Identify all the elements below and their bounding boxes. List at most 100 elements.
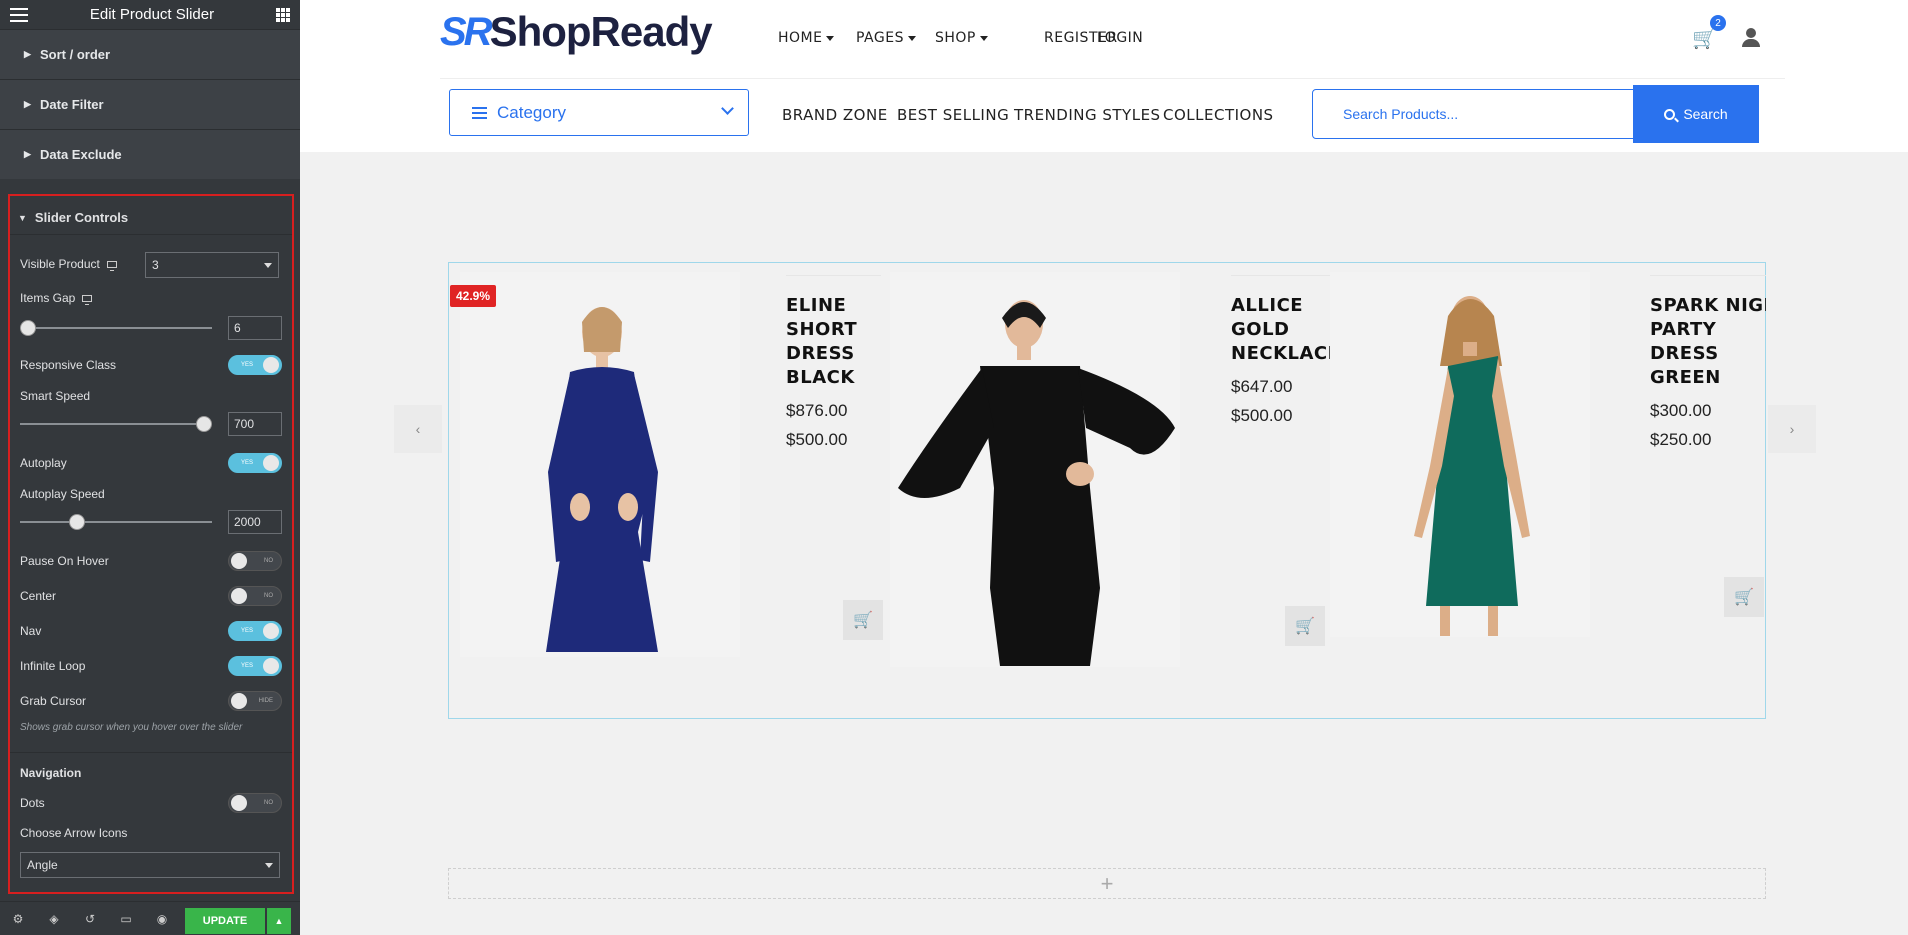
desktop-icon[interactable] xyxy=(106,260,117,271)
center-toggle[interactable]: NO xyxy=(228,586,282,606)
nav-shop[interactable]: SHOP xyxy=(935,30,988,46)
items-gap-label: Items Gap xyxy=(20,291,76,305)
nav-login[interactable]: LOGIN xyxy=(1097,30,1143,46)
visible-product-value: 3 xyxy=(152,258,159,272)
grab-cursor-label: Grab Cursor xyxy=(20,694,87,708)
section-label: Data Exclude xyxy=(40,147,122,162)
desktop-icon[interactable] xyxy=(82,294,93,305)
update-options-button[interactable]: ▲ xyxy=(267,908,291,934)
items-gap-input[interactable]: 6 xyxy=(228,316,282,340)
product-name[interactable]: SPARK NIGH PARTY DRESS GREEN xyxy=(1650,275,1766,390)
nav-label: Nav xyxy=(20,624,42,638)
logo-word: ShopReady xyxy=(489,8,713,55)
search-button-label: Search xyxy=(1683,106,1728,122)
caret-down-icon xyxy=(826,35,835,41)
section-sort-order[interactable]: ▶ Sort / order xyxy=(0,29,300,79)
cart-count-badge: 2 xyxy=(1710,15,1726,31)
add-section-area[interactable]: + xyxy=(448,868,1766,899)
responsive-icon[interactable]: ▭ xyxy=(108,912,144,926)
preview-eye-icon[interactable]: ◉ xyxy=(144,912,180,926)
slider-thumb[interactable] xyxy=(20,320,36,336)
caret-down-icon xyxy=(907,35,916,41)
product-name-line: SHORT xyxy=(786,319,858,340)
grab-cursor-toggle[interactable]: HIDE xyxy=(228,691,282,711)
arrow-icons-label: Choose Arrow Icons xyxy=(20,826,128,840)
subnav-brand-zone[interactable]: BRAND ZONE xyxy=(782,106,888,124)
product-image[interactable] xyxy=(1330,272,1590,637)
add-to-cart-button[interactable]: 🛒 xyxy=(1724,577,1764,617)
pause-on-hover-label: Pause On Hover xyxy=(20,554,109,568)
toggle-text: YES xyxy=(241,628,254,634)
smart-speed-row: Smart Speed xyxy=(20,389,282,403)
section-data-exclude[interactable]: ▶ Data Exclude xyxy=(0,129,300,179)
regular-price: $300.00 xyxy=(1650,401,1712,420)
product-name-line: DRESS xyxy=(786,343,855,364)
site-logo[interactable]: SR ShopReady xyxy=(440,8,713,56)
logo-mark: SR xyxy=(440,9,493,54)
product-name-line: GREEN xyxy=(1650,367,1721,388)
section-date-filter[interactable]: ▶ Date Filter xyxy=(0,79,300,129)
product-photo-dress xyxy=(898,300,1175,666)
smart-speed-slider[interactable] xyxy=(20,414,212,434)
items-gap-row: Items Gap xyxy=(20,291,282,305)
search-button[interactable]: Search xyxy=(1633,85,1759,143)
arrow-icons-select[interactable]: Angle xyxy=(20,852,280,878)
infinite-loop-toggle[interactable]: YES xyxy=(228,656,282,676)
responsive-class-toggle[interactable]: YES xyxy=(228,355,282,375)
caret-down-icon xyxy=(979,35,988,41)
cart-icon: 🛒 xyxy=(853,612,873,629)
pause-on-hover-toggle[interactable]: NO xyxy=(228,551,282,571)
autoplay-toggle[interactable]: YES xyxy=(228,453,282,473)
product-image[interactable] xyxy=(460,272,740,657)
subnav-trending-styles[interactable]: TRENDING STYLES xyxy=(1014,106,1161,124)
infinite-loop-row: Infinite Loop YES xyxy=(20,656,282,676)
subnav-best-selling[interactable]: BEST SELLING xyxy=(897,106,1009,124)
category-dropdown[interactable]: Category xyxy=(449,89,749,136)
slider-thumb[interactable] xyxy=(69,514,86,530)
toggle-text: NO xyxy=(264,800,273,806)
search-input[interactable]: Search Products... xyxy=(1312,89,1642,139)
autoplay-speed-input[interactable]: 2000 xyxy=(228,510,282,534)
grab-cursor-row: Grab Cursor HIDE xyxy=(20,691,282,711)
subnav-collections[interactable]: COLLECTIONS xyxy=(1163,106,1274,124)
slider-prev-arrow[interactable]: ‹ xyxy=(394,405,442,453)
category-label: Category xyxy=(497,102,566,122)
slider-thumb[interactable] xyxy=(196,416,212,432)
discount-badge: 42.9% xyxy=(450,285,497,307)
chevron-down-icon xyxy=(721,102,734,115)
items-gap-slider[interactable] xyxy=(20,318,212,338)
product-image[interactable] xyxy=(890,272,1180,667)
add-to-cart-button[interactable]: 🛒 xyxy=(1285,606,1325,646)
apps-grid-icon[interactable] xyxy=(275,7,290,22)
product-name[interactable]: ALLICE GOLD NECKLACE xyxy=(1231,275,1341,366)
sale-price: $250.00 xyxy=(1650,430,1712,449)
history-icon[interactable]: ↺ xyxy=(72,912,108,926)
menu-icon[interactable] xyxy=(10,7,28,22)
list-icon xyxy=(472,106,487,119)
smart-speed-input[interactable]: 700 xyxy=(228,412,282,436)
panel-header: Edit Product Slider xyxy=(0,0,300,29)
product-name[interactable]: ELINE SHORT DRESS BLACK xyxy=(786,275,881,390)
product-name-line: NECKLACE xyxy=(1231,343,1341,364)
nav-toggle[interactable]: YES xyxy=(228,621,282,641)
nav-pages[interactable]: PAGES xyxy=(856,30,916,46)
nav-home[interactable]: HOME xyxy=(778,30,835,46)
chevron-right-icon: › xyxy=(1789,421,1795,437)
update-button[interactable]: UPDATE xyxy=(185,908,265,934)
dots-toggle[interactable]: NO xyxy=(228,793,282,813)
navigation-heading: Navigation xyxy=(20,766,82,780)
section-slider-controls[interactable]: ▼ Slider Controls xyxy=(18,210,282,225)
slider-next-arrow[interactable]: › xyxy=(1768,405,1816,453)
product-name-line: SPARK NIGH xyxy=(1650,295,1766,316)
add-to-cart-button[interactable]: 🛒 xyxy=(843,600,883,640)
autoplay-speed-slider[interactable] xyxy=(20,512,212,532)
toggle-text: NO xyxy=(264,558,273,564)
user-icon[interactable] xyxy=(1742,28,1760,48)
layers-icon[interactable]: ◈ xyxy=(36,912,72,926)
product-name-line: ALLICE xyxy=(1231,295,1304,316)
slider-controls-section: ▼ Slider Controls Visible Product 3 Item… xyxy=(8,194,294,894)
toggle-text: YES xyxy=(241,362,254,368)
dots-label: Dots xyxy=(20,796,45,810)
visible-product-select[interactable]: 3 xyxy=(145,252,279,278)
settings-icon[interactable]: ⚙ xyxy=(0,912,36,926)
